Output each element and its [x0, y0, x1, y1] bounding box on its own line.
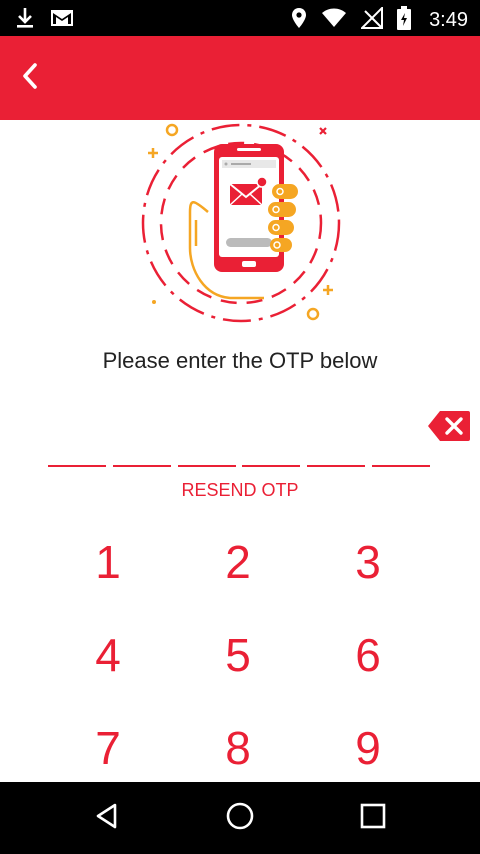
no-signal-icon — [359, 5, 384, 34]
keypad-key-4[interactable]: 4 — [58, 620, 158, 690]
otp-digit-field[interactable] — [177, 446, 236, 467]
otp-digit-field[interactable] — [112, 446, 171, 467]
back-triangle-icon — [93, 802, 121, 835]
backspace-icon — [428, 411, 470, 445]
nav-home-button[interactable] — [210, 792, 270, 844]
app-bar — [0, 36, 480, 120]
otp-digit-field[interactable] — [372, 446, 430, 467]
keypad-key-7[interactable]: 7 — [58, 713, 158, 783]
otp-input-row — [48, 446, 430, 468]
back-button[interactable] — [8, 58, 52, 98]
home-circle-icon — [225, 801, 255, 836]
otp-prompt-text: Please enter the OTP below — [102, 348, 378, 373]
otp-digit-field[interactable] — [242, 446, 301, 467]
resend-otp-button[interactable]: RESEND OTP — [0, 480, 480, 501]
clear-otp-button[interactable] — [428, 411, 470, 441]
nav-back-button[interactable] — [77, 792, 137, 844]
battery-icon — [397, 6, 412, 35]
keypad-key-5[interactable]: 5 — [188, 620, 288, 690]
recents-square-icon — [360, 803, 386, 834]
otp-phone-illustration — [138, 120, 344, 326]
gmail-icon — [50, 8, 74, 33]
keypad-key-2[interactable]: 2 — [188, 527, 288, 597]
otp-digit-field[interactable] — [307, 446, 366, 467]
download-icon — [14, 6, 36, 35]
clock-time: 3:49 — [429, 9, 468, 31]
location-icon — [291, 7, 307, 34]
wifi-icon — [321, 8, 347, 33]
nav-recents-button[interactable] — [343, 792, 403, 844]
keypad-key-1[interactable]: 1 — [58, 527, 158, 597]
keypad-key-9[interactable]: 9 — [318, 713, 418, 783]
keypad-key-8[interactable]: 8 — [188, 713, 288, 783]
keypad-key-3[interactable]: 3 — [318, 527, 418, 597]
status-bar: 3:49 — [0, 0, 480, 36]
chevron-left-icon — [20, 62, 40, 95]
system-nav-bar — [0, 782, 480, 854]
keypad-key-6[interactable]: 6 — [318, 620, 418, 690]
otp-digit-field[interactable] — [48, 446, 106, 467]
